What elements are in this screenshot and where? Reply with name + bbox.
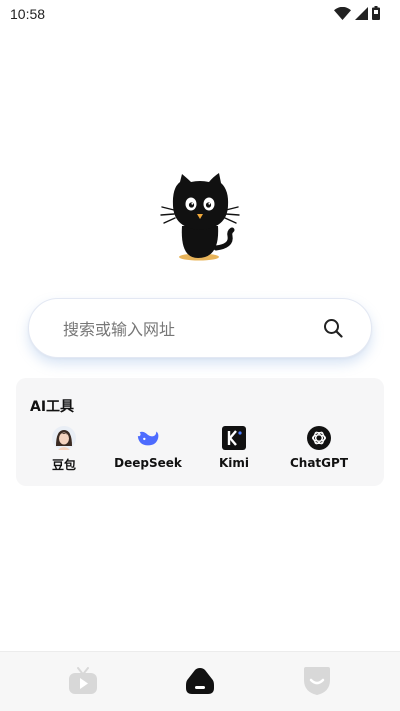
ai-tools-title: AI工具 bbox=[30, 399, 75, 415]
status-bar: 10:58 bbox=[0, 0, 400, 28]
chatgpt-icon bbox=[307, 426, 331, 450]
bottom-nav bbox=[0, 651, 400, 711]
ai-tools-card: AI工具 豆包 DeepSeek Kimi ChatGPT bbox=[16, 378, 384, 486]
deepseek-whale-icon bbox=[136, 426, 160, 450]
tool-chatgpt[interactable]: ChatGPT bbox=[276, 426, 362, 476]
tool-label: 豆包 bbox=[51, 458, 76, 472]
signal-icon bbox=[355, 5, 368, 24]
battery-icon bbox=[372, 5, 380, 24]
tool-kimi[interactable]: Kimi bbox=[191, 426, 277, 476]
tv-icon bbox=[68, 667, 98, 699]
home-icon bbox=[185, 667, 215, 699]
search-input[interactable]: 搜索或输入网址 bbox=[63, 316, 321, 340]
tool-doubao[interactable]: 豆包 bbox=[21, 426, 107, 476]
shield-icon bbox=[303, 666, 331, 700]
doubao-avatar-icon bbox=[52, 426, 76, 450]
status-time: 10:58 bbox=[10, 6, 46, 22]
tool-deepseek[interactable]: DeepSeek bbox=[105, 426, 191, 476]
status-icons bbox=[334, 5, 380, 24]
nav-tv[interactable] bbox=[66, 666, 100, 700]
wifi-icon bbox=[334, 5, 351, 24]
black-cat-logo bbox=[158, 170, 244, 262]
tool-label: ChatGPT bbox=[289, 456, 348, 470]
search-bar[interactable]: 搜索或输入网址 bbox=[28, 298, 372, 358]
nav-shield[interactable] bbox=[300, 666, 334, 700]
search-icon[interactable] bbox=[321, 316, 345, 340]
tool-label: Kimi bbox=[218, 456, 250, 470]
tool-label: DeepSeek bbox=[114, 456, 182, 470]
kimi-icon bbox=[222, 426, 246, 450]
nav-home[interactable] bbox=[183, 666, 217, 700]
